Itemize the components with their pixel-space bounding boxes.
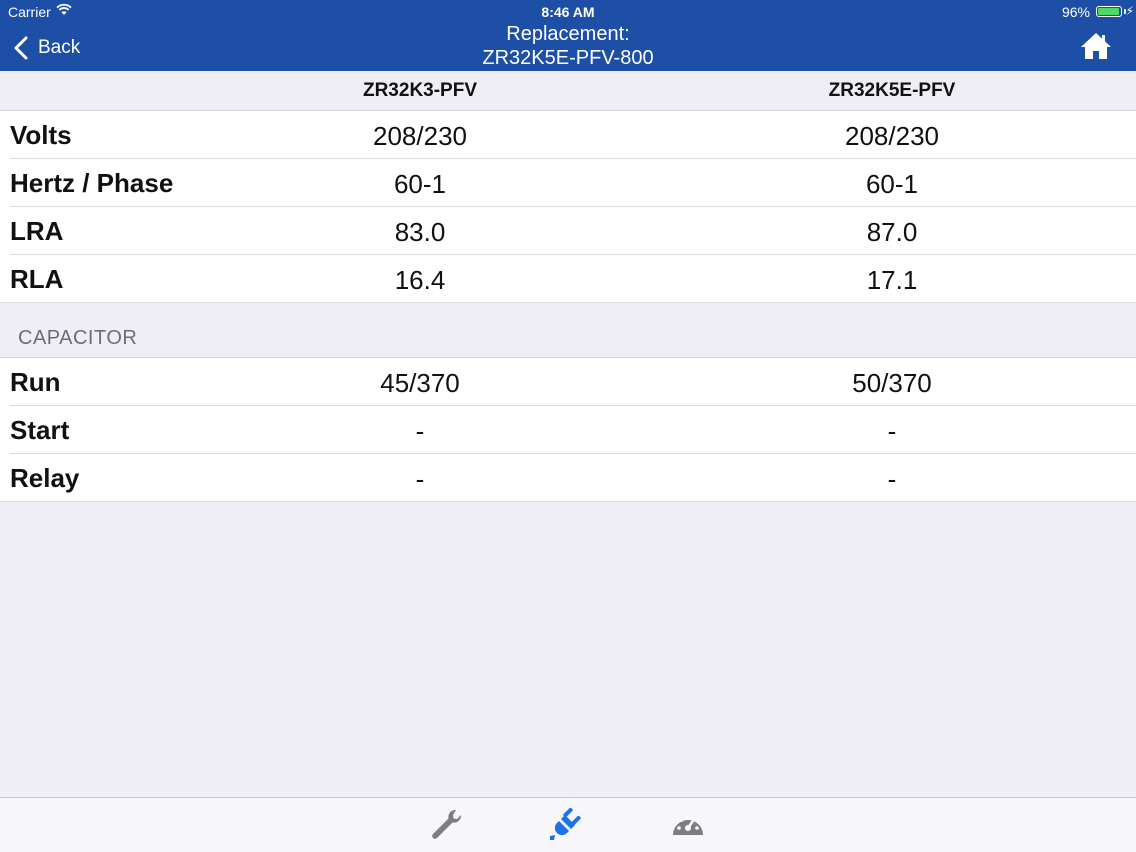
table-row-start: Start - - xyxy=(0,406,1136,454)
row-value-model-1: - xyxy=(415,464,425,494)
column-header-model-1: ZR32K3-PFV xyxy=(362,80,478,101)
battery-icon xyxy=(1096,6,1122,17)
row-value-model-2: 17.1 xyxy=(866,265,918,295)
row-value-model-1: 60-1 xyxy=(393,169,447,199)
home-icon[interactable] xyxy=(1080,31,1112,61)
navigation-bar: Carrier 8:46 AM 96% ⚡ Back Replacement: … xyxy=(0,0,1136,71)
row-label: Start xyxy=(10,415,70,445)
back-button[interactable]: Back xyxy=(12,34,80,62)
tab-electrical[interactable] xyxy=(548,806,588,846)
section-title: CAPACITOR xyxy=(18,327,138,349)
status-bar: Carrier 8:46 AM 96% ⚡ xyxy=(0,0,1136,22)
row-value-model-1: 83.0 xyxy=(394,217,446,247)
row-value-model-2: - xyxy=(887,416,897,446)
tab-tools[interactable] xyxy=(428,806,468,846)
table-row-rla: RLA 16.4 17.1 xyxy=(0,255,1136,303)
chevron-left-icon xyxy=(14,36,28,60)
tab-performance[interactable] xyxy=(670,806,710,846)
row-value-model-2: - xyxy=(887,464,897,494)
row-label: Hertz / Phase xyxy=(10,168,174,198)
charging-bolt-icon: ⚡ xyxy=(1125,4,1134,18)
row-label: Volts xyxy=(10,120,72,150)
row-value-model-1: 208/230 xyxy=(373,121,467,151)
row-value-model-2: 87.0 xyxy=(866,217,918,247)
row-value-model-2: 60-1 xyxy=(865,169,919,199)
table-row-volts: Volts 208/230 208/230 xyxy=(0,111,1136,159)
section-header-capacitor: CAPACITOR xyxy=(0,303,1136,358)
back-label: Back xyxy=(38,37,81,58)
comparison-table: ZR32K3-PFV ZR32K5E-PFV Volts 208/230 208… xyxy=(0,71,1136,502)
table-row-lra: LRA 83.0 87.0 xyxy=(0,207,1136,255)
table-row-relay: Relay - - xyxy=(0,454,1136,502)
battery-percentage: 96% xyxy=(1061,4,1090,20)
row-label: RLA xyxy=(10,264,64,294)
clock: 8:46 AM xyxy=(541,4,595,20)
row-value-model-1: 45/370 xyxy=(380,368,460,398)
row-value-model-2: 208/230 xyxy=(845,121,939,151)
row-value-model-1: - xyxy=(415,416,425,446)
plug-icon xyxy=(550,807,581,840)
wrench-icon xyxy=(432,809,462,839)
column-header-row: ZR32K3-PFV ZR32K5E-PFV xyxy=(0,71,1136,111)
tab-bar xyxy=(0,797,1136,852)
title-line-1: Replacement: xyxy=(506,23,630,45)
row-value-model-1: 16.4 xyxy=(394,265,446,295)
row-label: LRA xyxy=(10,216,64,246)
row-value-model-2: 50/370 xyxy=(852,368,932,398)
row-label: Run xyxy=(10,367,61,397)
page-title: Replacement: ZR32K5E-PFV-800 xyxy=(300,22,836,70)
title-line-2: ZR32K5E-PFV-800 xyxy=(482,47,654,69)
table-row-hertz-phase: Hertz / Phase 60-1 60-1 xyxy=(0,159,1136,207)
table-row-run: Run 45/370 50/370 xyxy=(0,358,1136,406)
gauge-icon xyxy=(673,814,703,835)
column-header-model-2: ZR32K5E-PFV xyxy=(828,80,956,101)
row-label: Relay xyxy=(10,463,80,493)
